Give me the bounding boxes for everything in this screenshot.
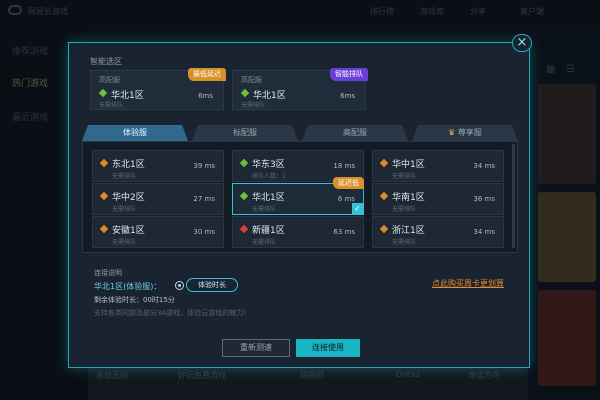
server-name: 华南1区 [392, 193, 425, 203]
tab-premium[interactable]: ♛ 尊享服 [412, 125, 518, 141]
server-name: 东北1区 [112, 160, 145, 170]
tab-high[interactable]: 高配服 [302, 125, 408, 141]
smart-card-category: 高配服 [241, 76, 262, 84]
retest-button[interactable]: 重新测速 [222, 339, 290, 357]
status-diamond-icon [99, 224, 109, 234]
smart-card-latency: 6ms [198, 92, 213, 100]
server-latency: 36 ms [473, 195, 495, 203]
server-latency: 34 ms [473, 162, 495, 170]
smart-card-sub: 无需排队 [241, 102, 266, 109]
smart-card-category: 高配服 [99, 76, 120, 84]
server-queue: 无需排队 [392, 239, 417, 246]
server-name: 安徽1区 [112, 226, 145, 236]
tab-premium-label: 尊享服 [457, 128, 482, 137]
server-latency: 30 ms [193, 228, 215, 236]
server-queue: 无需排队 [252, 239, 277, 246]
server-item[interactable]: 华中1区 无需排队 34 ms [372, 150, 504, 182]
status-diamond-icon [99, 191, 109, 201]
connect-button[interactable]: 连接使用 [296, 339, 360, 357]
connection-description: 支持各类网游及部分3A游戏，体验云游戏的魅力！ [94, 309, 251, 317]
server-item[interactable]: 浙江1区 无需排队 34 ms [372, 216, 504, 248]
connection-server: 华北1区(体验服)： [94, 282, 162, 291]
status-diamond-icon [239, 224, 249, 234]
status-diamond-icon [379, 224, 389, 234]
status-diamond-icon [379, 158, 389, 168]
server-queue: 无需排队 [252, 206, 277, 213]
server-queue: 无需排队 [112, 206, 137, 213]
server-item[interactable]: 安徽1区 无需排队 30 ms [92, 216, 224, 248]
smart-card-sub: 无需排队 [99, 102, 124, 109]
smart-card[interactable]: 高配服 华北1区 无需排队 6ms 最低延迟 [90, 68, 226, 110]
tab-standard[interactable]: 标配服 [192, 125, 298, 141]
crown-icon: ♛ [448, 128, 456, 137]
server-item[interactable]: 华南1区 无需排队 36 ms [372, 183, 504, 215]
close-icon[interactable]: × [512, 34, 532, 52]
server-queue: 排队人数：1 [252, 173, 286, 180]
server-name: 华东3区 [252, 160, 285, 170]
server-name: 华中2区 [112, 193, 145, 203]
status-diamond-icon [240, 88, 250, 98]
status-diamond-icon [98, 88, 108, 98]
server-tier-tabs: 体验服 标配服 高配服 ♛ 尊享服 [82, 125, 518, 141]
buy-weekly-card-link[interactable]: 点此购买周卡更划算 [432, 278, 504, 289]
server-latency: 63 ms [333, 228, 355, 236]
server-latency: 34 ms [473, 228, 495, 236]
remaining-time: 剩余体验时长：00时15分 [94, 296, 175, 304]
server-latency: 27 ms [193, 195, 215, 203]
smart-select-title: 智能选区 [90, 57, 122, 66]
server-latency: 18 ms [333, 162, 355, 170]
low-latency-badge: 延迟低 [333, 177, 364, 189]
server-name: 华中1区 [392, 160, 425, 170]
server-item[interactable]: 新疆1区 无需排队 63 ms [232, 216, 364, 248]
trial-duration-pill[interactable]: 体验时长 [186, 278, 238, 292]
smart-card[interactable]: 高配服 华北1区 无需排队 6ms 智能排队 [232, 68, 368, 110]
status-diamond-icon [99, 158, 109, 168]
server-item-selected[interactable]: 华北1区 无需排队 6 ms 延迟低 ✓ [232, 177, 364, 215]
server-name: 浙江1区 [392, 226, 425, 236]
smart-card-latency: 6ms [340, 92, 355, 100]
server-queue: 无需排队 [392, 206, 417, 213]
smart-card-badge: 最低延迟 [188, 68, 226, 81]
server-name: 华北1区 [252, 193, 285, 203]
server-queue: 无需排队 [392, 173, 417, 180]
status-diamond-icon [239, 158, 249, 168]
server-name: 新疆1区 [252, 226, 285, 236]
server-queue: 无需排队 [112, 173, 137, 180]
connection-title: 连接说明 [94, 269, 122, 277]
server-item[interactable]: 华中2区 无需排队 27 ms [92, 183, 224, 215]
server-latency: 6 ms [337, 195, 355, 203]
tab-trial[interactable]: 体验服 [82, 125, 188, 141]
server-item[interactable]: 东北1区 无需排队 39 ms [92, 150, 224, 182]
server-queue: 无需排队 [112, 239, 137, 246]
smart-card-badge: 智能排队 [330, 68, 368, 81]
check-icon: ✓ [352, 203, 363, 214]
status-diamond-icon [379, 191, 389, 201]
scrollbar[interactable] [512, 144, 515, 248]
server-latency: 39 ms [193, 162, 215, 170]
trial-radio[interactable] [175, 281, 184, 290]
status-diamond-icon [239, 191, 249, 201]
